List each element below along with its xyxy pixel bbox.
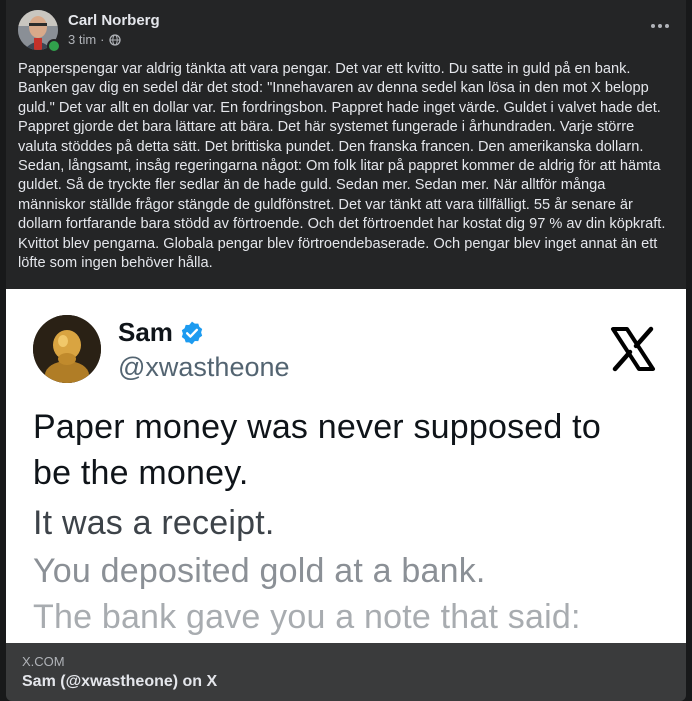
link-title[interactable]: Sam (@xwastheone) on X <box>22 673 217 691</box>
tweet-text-line: Paper money was never supposed to <box>33 408 601 446</box>
online-status-dot <box>47 39 61 53</box>
post-time[interactable]: 3 tim <box>68 32 96 47</box>
post-body-text: Papperspengar var aldrig tänkta att vara… <box>18 61 666 272</box>
globe-icon[interactable] <box>108 33 121 46</box>
post-header: Carl Norberg 3 tim · <box>18 10 674 53</box>
embedded-tweet-image[interactable]: Sam @xwastheone Paper money was never su… <box>6 289 686 643</box>
golden-figure-avatar <box>33 315 101 383</box>
tweet-avatar <box>33 315 101 383</box>
tweet-author-name: Sam <box>118 317 173 347</box>
more-dots-icon <box>651 24 655 28</box>
tweet-text-line: You deposited gold at a bank. <box>33 552 486 590</box>
facebook-post: Carl Norberg 3 tim · Papperspengar var a… <box>6 0 686 701</box>
link-preview[interactable]: X.COM Sam (@xwastheone) on X <box>6 643 686 701</box>
tweet-handle: @xwastheone <box>118 352 290 382</box>
verified-badge-icon <box>181 321 203 344</box>
meta-separator: · <box>100 32 105 47</box>
author-name[interactable]: Carl Norberg <box>68 12 160 29</box>
link-domain: X.COM <box>22 654 65 669</box>
tweet-author: Sam <box>118 317 205 348</box>
x-logo-icon <box>611 326 655 372</box>
tweet-text-line: be the money. <box>33 454 249 492</box>
more-options-button[interactable] <box>646 16 674 36</box>
post-meta: 3 tim · <box>68 32 121 47</box>
tweet-text-line: The bank gave you a note that said: <box>33 598 581 636</box>
tweet-text-line: It was a receipt. <box>33 504 275 542</box>
